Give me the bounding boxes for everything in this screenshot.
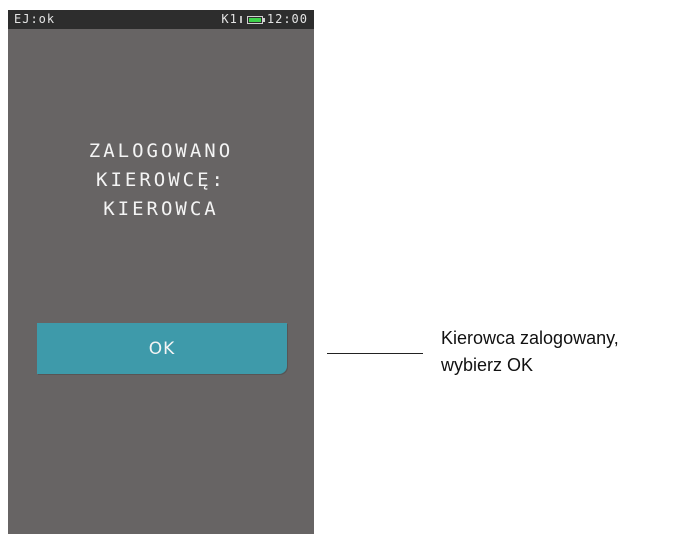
battery-icon bbox=[246, 15, 265, 24]
callout-text: Kierowca zalogowany, wybierz OK bbox=[441, 325, 619, 379]
status-right-group: K1 12:00 bbox=[221, 10, 308, 29]
signal-icon bbox=[239, 16, 246, 23]
login-message: ZALOGOWANO KIEROWCĘ: KIEROWCA bbox=[8, 137, 314, 224]
callout-line bbox=[327, 353, 423, 354]
ok-button[interactable]: OK bbox=[37, 323, 287, 374]
channel-indicator: K1 bbox=[221, 12, 238, 26]
callout-line-1: Kierowca zalogowany, bbox=[441, 328, 619, 348]
message-line-3: KIEROWCA bbox=[103, 198, 219, 220]
callout-line-2: wybierz OK bbox=[441, 355, 534, 375]
status-bar: EJ:ok K1 12:00 bbox=[8, 10, 314, 29]
message-line-2: KIEROWCĘ: bbox=[96, 169, 226, 191]
message-line-1: ZALOGOWANO bbox=[88, 140, 234, 162]
clock: 12:00 bbox=[266, 12, 308, 26]
device-screen: EJ:ok K1 12:00 ZALOGOWANO KIEROWCĘ: KIER… bbox=[8, 10, 314, 534]
ej-status: EJ:ok bbox=[14, 12, 56, 26]
